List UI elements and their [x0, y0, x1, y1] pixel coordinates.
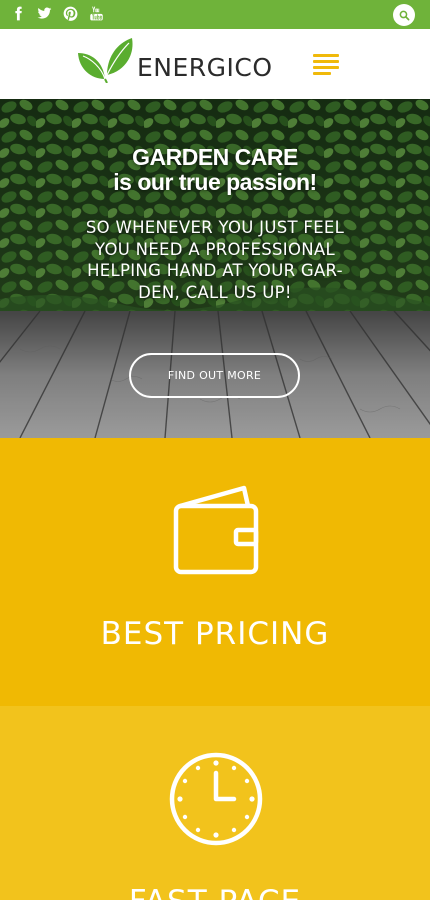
facebook-icon[interactable] [10, 5, 27, 22]
hero-description-line: HELPING HAND AT YOUR GAR- [87, 261, 343, 280]
feature-title: BEST PRICING [100, 616, 330, 652]
feature-fast-pace: FAST PACE [0, 706, 430, 900]
brand-name: ENERGICO [137, 53, 273, 82]
hero-description-line: DEN, CALL US UP! [138, 282, 292, 302]
youtube-icon[interactable] [88, 5, 105, 22]
site-header: ENERGICO [0, 29, 430, 99]
hero-description-line: SO WHENEVER YOU JUST FEEL [85, 218, 345, 237]
feature-title: FAST PACE [0, 884, 430, 900]
hero-description-line: YOU NEED A PROFESSIONAL [94, 239, 335, 259]
leaf-logo-icon [78, 38, 133, 83]
search-button[interactable] [393, 4, 415, 26]
hero-banner: GARDEN CARE is our true passion! SO WHEN… [0, 99, 430, 438]
twitter-icon[interactable] [36, 5, 53, 22]
find-out-more-button[interactable]: FIND OUT MORE [129, 353, 300, 398]
social-links [10, 5, 105, 22]
hero-title: GARDEN CARE [132, 144, 298, 170]
hero-subtitle: is our true passion! [113, 169, 317, 195]
clock-icon [169, 752, 263, 846]
logo[interactable]: ENERGICO [77, 37, 273, 83]
wallet-icon [173, 485, 259, 575]
feature-best-pricing: BEST PRICING [0, 438, 430, 706]
hamburger-menu-icon[interactable] [313, 54, 339, 76]
search-icon [399, 10, 409, 20]
pinterest-icon[interactable] [62, 5, 79, 22]
top-bar [0, 0, 430, 29]
hero-description: SO WHENEVER YOU JUST FEEL YOU NEED A PRO… [60, 217, 370, 303]
